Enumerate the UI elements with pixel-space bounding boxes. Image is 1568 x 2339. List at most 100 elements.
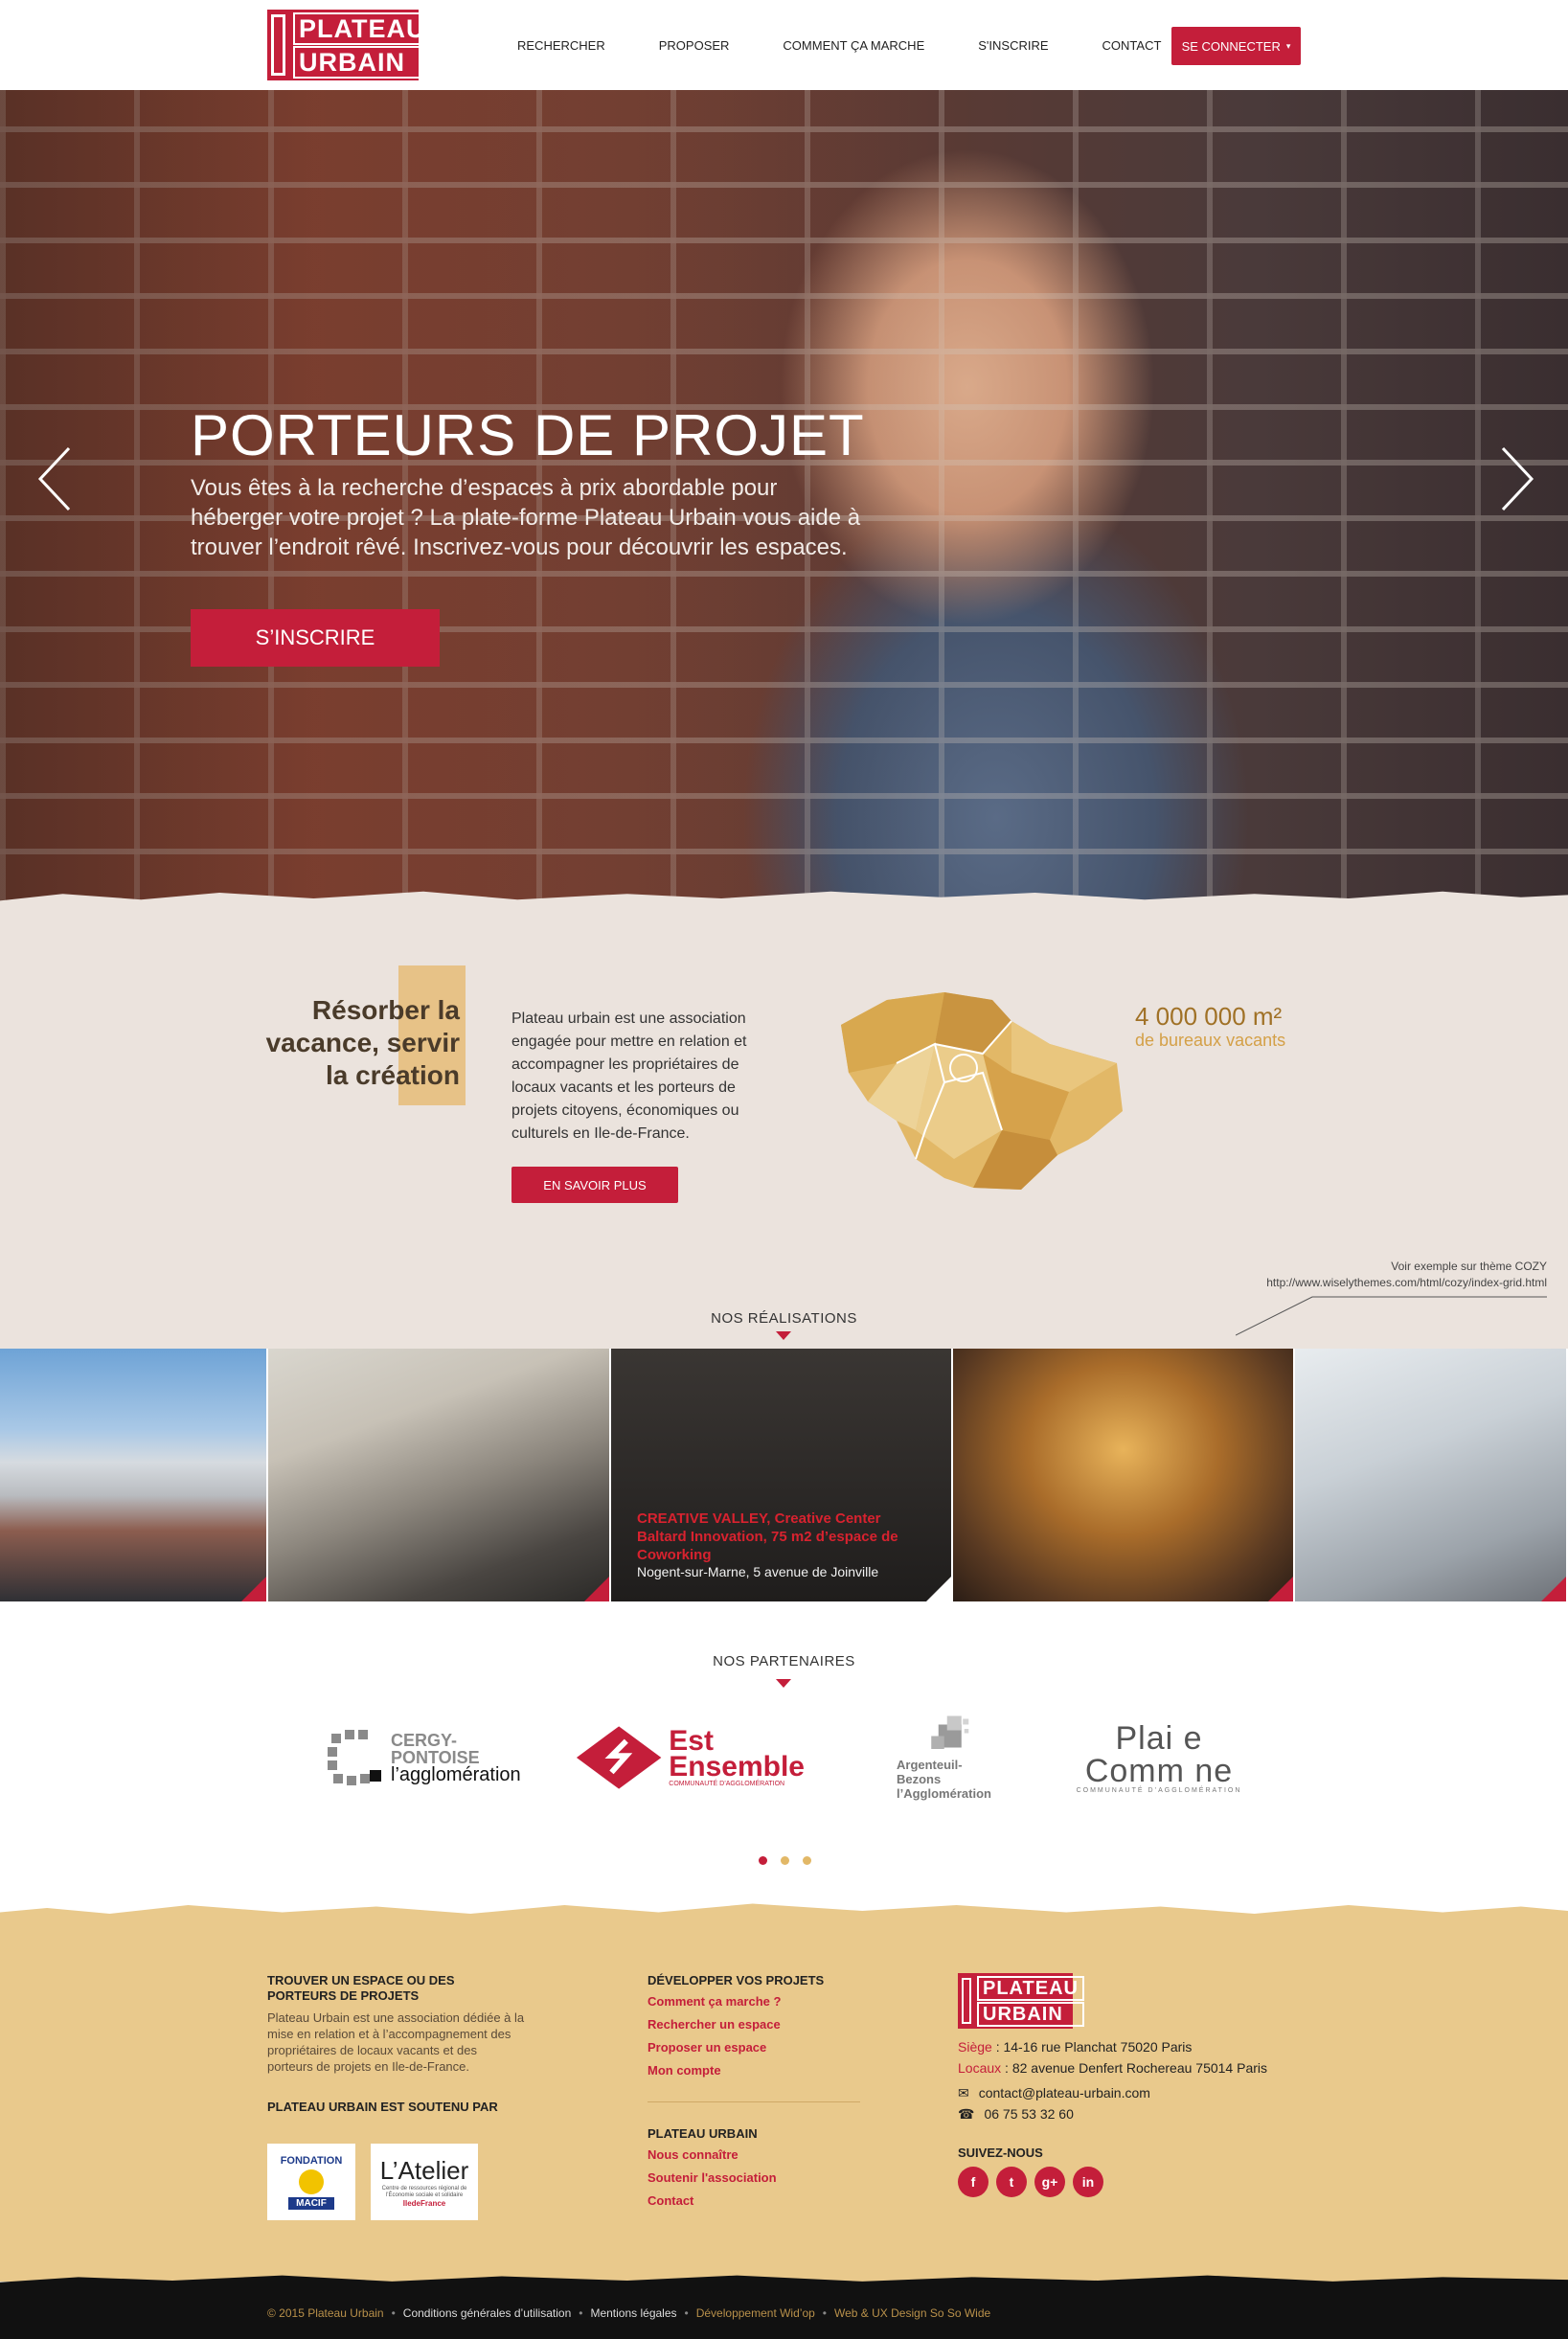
partner-argenteuil-bezons[interactable]: Argenteuil-Bezons l’Agglomération (887, 1715, 1011, 1801)
ile-de-france-map (841, 992, 1123, 1190)
footer-col1-text: Plateau Urbain est une association dédié… (267, 2010, 525, 2074)
nav-rechercher[interactable]: RECHERCHER (517, 38, 605, 53)
design-credit-link[interactable]: Web & UX Design So So Wide (834, 2306, 990, 2320)
facebook-icon[interactable]: f (958, 2167, 989, 2197)
gallery-tile[interactable] (0, 1349, 268, 1601)
logo-line-1: PLATEAU (293, 11, 432, 45)
caret-down-icon (776, 1331, 791, 1340)
brand-logo[interactable]: PLATEAU URBAIN (267, 10, 432, 80)
footer-link-contact[interactable]: Contact (648, 2190, 877, 2213)
pagination-dot[interactable] (781, 1856, 789, 1865)
footer-link-comment-ca-marche[interactable]: Comment ça marche ? (648, 1990, 877, 2013)
plaine-line-1: Plai e (1115, 1719, 1203, 1757)
bottom-bar: © 2015 Plateau Urbain • Conditions génér… (0, 2287, 1568, 2339)
est-line-2: Ensemble (669, 1750, 805, 1783)
footer-divider (648, 2101, 860, 2102)
linkedin-icon[interactable]: in (1073, 2167, 1103, 2197)
partner-est-ensemble[interactable]: Est Ensemble COMMUNAUTÉ D’AGGLOMÉRATION (575, 1715, 805, 1801)
fondation-macif-logo[interactable]: FONDATION MACIF (267, 2144, 355, 2220)
footer-link-soutenir[interactable]: Soutenir l'association (648, 2167, 877, 2190)
logo-building-icon (962, 1978, 971, 2024)
site-header: PLATEAU URBAIN RECHERCHER PROPOSER COMME… (0, 0, 1568, 90)
social-links: f t g+ in (958, 2167, 1322, 2197)
footer-col2-title: DÉVELOPPER VOS PROJETS (648, 1973, 825, 1987)
contact-email[interactable]: ✉ contact@plateau-urbain.com (958, 2082, 1322, 2103)
siege-label: Siège (958, 2039, 992, 2055)
siege-value: : 14-16 rue Planchat 75020 Paris (991, 2039, 1193, 2055)
nav-comment-ca-marche[interactable]: COMMENT ÇA MARCHE (783, 38, 924, 53)
footer-brand-logo[interactable]: PLATEAU URBAIN (958, 1973, 1084, 2029)
locaux-label: Locaux (958, 2060, 1002, 2076)
gallery-tile[interactable] (953, 1349, 1295, 1601)
est-line-1: Est (669, 1724, 714, 1757)
atelier-line-3: IledeFrance (402, 2199, 446, 2208)
dev-credit-link[interactable]: Développement Wid’op (696, 2306, 815, 2320)
hero-signup-button[interactable]: S’INSCRIRE (191, 609, 440, 667)
argenteuil-line-2: l’Agglomération (897, 1786, 991, 1801)
login-label: SE CONNECTER (1181, 38, 1281, 54)
phone-icon: ☎ (958, 2106, 975, 2122)
chevron-right-icon[interactable] (1497, 444, 1535, 513)
theme-note-line-1: Voir exemple sur thème COZY (1391, 1260, 1547, 1273)
theme-note: Voir exemple sur thème COZY http://www.w… (1266, 1259, 1547, 1291)
cergy-line-1: CERGY- (391, 1731, 458, 1750)
partners-pagination (759, 1856, 811, 1865)
google-plus-icon[interactable]: g+ (1034, 2167, 1065, 2197)
plaine-line-2: Comm ne (1084, 1752, 1234, 1789)
partner-plaine-commune[interactable]: Plai e Comm ne COMMUNAUTÉ D’AGGLOMÉRATIO… (1063, 1715, 1255, 1801)
nav-proposer[interactable]: PROPOSER (659, 38, 730, 53)
twitter-icon[interactable]: t (996, 2167, 1027, 2197)
pagination-dot-active[interactable] (759, 1856, 767, 1865)
vacant-stat-value: 4 000 000 m² (1135, 1002, 1283, 1031)
contact-phone[interactable]: ☎ 06 75 53 32 60 (958, 2103, 1322, 2124)
footer-link-proposer[interactable]: Proposer un espace (648, 2036, 877, 2059)
about-section: Résorber la vacance, servir la création … (0, 910, 1568, 1349)
hero-title: PORTEURS DE PROJET (191, 403, 865, 467)
hero-slider: PORTEURS DE PROJET Vous êtes à la recher… (0, 90, 1568, 910)
hero-text: Vous êtes à la recherche d’espaces à pri… (191, 475, 861, 560)
phone-value: 06 75 53 32 60 (984, 2106, 1074, 2122)
about-title: Résorber la vacance, servir la création (265, 995, 460, 1090)
mentions-link[interactable]: Mentions légales (590, 2306, 676, 2320)
realisations-gallery: CREATIVE VALLEY, Creative Center Baltard… (0, 1349, 1568, 1601)
theme-note-link[interactable]: http://www.wiselythemes.com/html/cozy/in… (1266, 1275, 1547, 1291)
footer-logo-line-2: URBAIN (977, 2001, 1084, 2027)
learn-more-button[interactable]: EN SAVOIR PLUS (511, 1167, 678, 1203)
gallery-tile[interactable] (268, 1349, 611, 1601)
email-value: contact@plateau-urbain.com (978, 2085, 1150, 2101)
macif-emblem-icon (299, 2169, 324, 2194)
cgu-link[interactable]: Conditions générales d’utilisation (403, 2306, 571, 2320)
chevron-left-icon[interactable] (36, 444, 75, 513)
support-title: PLATEAU URBAIN EST SOUTENU PAR (267, 2100, 498, 2114)
about-text: Plateau urbain est une association engag… (511, 1011, 747, 1142)
cergy-logo-icon (328, 1730, 381, 1785)
pagination-dot[interactable] (803, 1856, 811, 1865)
featured-project-address: Nogent-sur-Marne, 5 avenue de Joinville (637, 1564, 879, 1579)
address-locaux: Locaux : 82 avenue Denfert Rochereau 750… (958, 2057, 1322, 2078)
est-ensemble-logo-icon (576, 1726, 662, 1789)
partner-cergy-pontoise[interactable]: CERGY- PONTOISE l’agglomération (324, 1715, 534, 1801)
nav-contact[interactable]: CONTACT (1102, 38, 1162, 53)
realisations-title: NOS RÉALISATIONS (711, 1310, 857, 1327)
logo-building-icon (271, 14, 285, 76)
locaux-value: : 82 avenue Denfert Rochereau 75014 Pari… (1001, 2060, 1268, 2076)
cergy-line-3: l’agglomération (391, 1764, 521, 1785)
fondation-line-1: FONDATION (280, 2154, 343, 2167)
footer-link-nous-connaitre[interactable]: Nous connaître (648, 2144, 877, 2167)
footer-col1-title: TROUVER UN ESPACE OU DES PORTEURS DE PRO… (267, 1973, 455, 2003)
login-button[interactable]: SE CONNECTER ▾ (1171, 27, 1301, 65)
footer-link-mon-compte[interactable]: Mon compte (648, 2059, 877, 2082)
nav-sinscrire[interactable]: S'INSCRIRE (978, 38, 1048, 53)
gallery-tile-featured[interactable]: CREATIVE VALLEY, Creative Center Baltard… (611, 1349, 953, 1601)
footer-col3-title: PLATEAU URBAIN (648, 2126, 758, 2141)
main-nav: RECHERCHER PROPOSER COMMENT ÇA MARCHE S'… (517, 0, 1215, 90)
footer-logo-line-1: PLATEAU (977, 1975, 1084, 2001)
gallery-tile[interactable] (1295, 1349, 1566, 1601)
atelier-logo[interactable]: L’Atelier Centre de ressources régional … (371, 2144, 478, 2220)
argenteuil-logo-icon (931, 1715, 969, 1749)
vacant-stat-label: de bureaux vacants (1135, 1031, 1286, 1050)
atelier-line-2: Centre de ressources régional de l’Écono… (381, 2186, 467, 2198)
logo-line-2: URBAIN (293, 45, 432, 79)
footer-link-rechercher[interactable]: Rechercher un espace (648, 2013, 877, 2036)
caret-down-icon (776, 1679, 791, 1688)
